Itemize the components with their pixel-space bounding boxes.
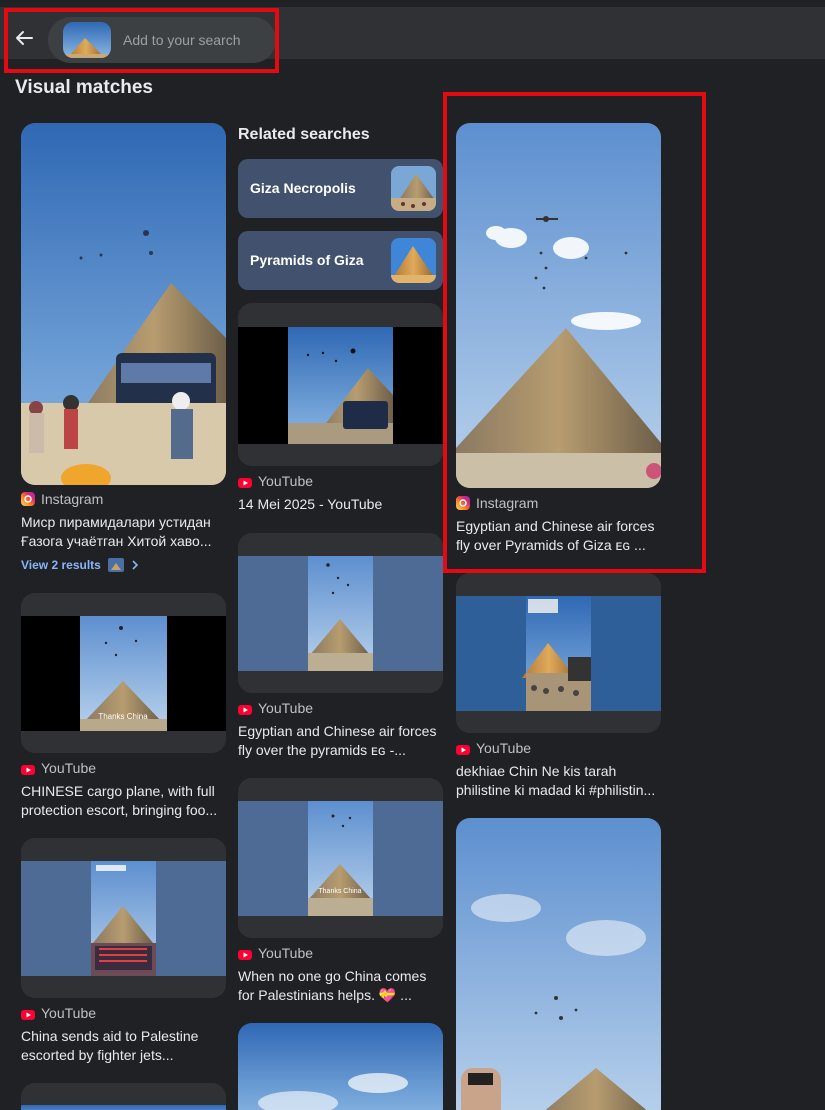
result-title[interactable]: 14 Mei 2025 - YouTube bbox=[238, 495, 448, 514]
instagram-icon bbox=[21, 492, 35, 506]
related-search-thumbnail bbox=[391, 238, 436, 283]
result-image[interactable] bbox=[456, 573, 661, 733]
related-searches-heading: Related searches bbox=[238, 126, 370, 143]
instagram-icon bbox=[456, 496, 470, 510]
search-box[interactable]: Add to your search bbox=[48, 17, 276, 63]
video-overlay-text: Thanks China bbox=[318, 888, 361, 895]
video-overlay-text: Thanks China bbox=[98, 712, 148, 721]
youtube-icon bbox=[456, 745, 470, 755]
result-image[interactable]: Thanks China bbox=[238, 778, 443, 938]
result-image[interactable] bbox=[456, 123, 661, 488]
youtube-icon bbox=[21, 1010, 35, 1020]
youtube-icon bbox=[238, 478, 252, 488]
visual-matches-heading: Visual matches bbox=[15, 77, 154, 98]
youtube-icon bbox=[238, 705, 252, 715]
result-image[interactable] bbox=[238, 303, 443, 466]
result-source: YouTube bbox=[238, 945, 313, 961]
search-input[interactable]: Add to your search bbox=[123, 32, 241, 48]
result-image[interactable] bbox=[21, 123, 226, 485]
view-more-results-link[interactable]: View 2 results bbox=[21, 558, 139, 572]
back-arrow-icon[interactable] bbox=[12, 26, 36, 54]
result-title[interactable]: Egyptian and Chinese air forces fly over … bbox=[456, 517, 666, 555]
result-thumbnail-icon bbox=[108, 558, 125, 572]
related-search-thumbnail bbox=[391, 166, 436, 211]
result-source: YouTube bbox=[456, 740, 531, 756]
youtube-icon bbox=[238, 950, 252, 960]
result-source: YouTube bbox=[21, 760, 96, 776]
result-title[interactable]: Миср пирамидалари устидан Ғазога учаётган… bbox=[21, 513, 231, 551]
result-source: YouTube bbox=[238, 700, 313, 716]
result-title[interactable]: CHINESE cargo plane, with full protection… bbox=[21, 782, 231, 820]
result-source: Instagram bbox=[456, 495, 538, 511]
window-top-strip bbox=[0, 0, 825, 7]
related-search-label: Giza Necropolis bbox=[250, 180, 356, 196]
related-search-label: Pyramids of Giza bbox=[250, 252, 364, 268]
result-image[interactable]: Thanks China bbox=[21, 593, 226, 753]
related-search-chip[interactable]: Giza Necropolis bbox=[238, 159, 443, 218]
search-header: Add to your search bbox=[0, 7, 825, 63]
result-image[interactable] bbox=[456, 818, 661, 1110]
result-image[interactable] bbox=[21, 1083, 226, 1110]
result-source: Instagram bbox=[21, 491, 103, 507]
result-image[interactable] bbox=[238, 533, 443, 693]
result-source: YouTube bbox=[238, 473, 313, 489]
result-source: YouTube bbox=[21, 1005, 96, 1021]
result-image[interactable] bbox=[238, 1023, 443, 1110]
query-image-thumbnail[interactable] bbox=[63, 22, 111, 58]
result-title[interactable]: China sends aid to Palestine escorted by … bbox=[21, 1027, 231, 1065]
result-title[interactable]: When no one go China comes for Palestinia… bbox=[238, 967, 448, 1005]
result-image[interactable] bbox=[21, 838, 226, 998]
youtube-icon bbox=[21, 765, 35, 775]
result-title[interactable]: dekhiae Chin Ne kis tarah philistine ki m… bbox=[456, 762, 666, 800]
result-title[interactable]: Egyptian and Chinese air forces fly over … bbox=[238, 722, 448, 760]
related-search-chip[interactable]: Pyramids of Giza bbox=[238, 231, 443, 290]
chevron-right-icon bbox=[131, 560, 138, 570]
